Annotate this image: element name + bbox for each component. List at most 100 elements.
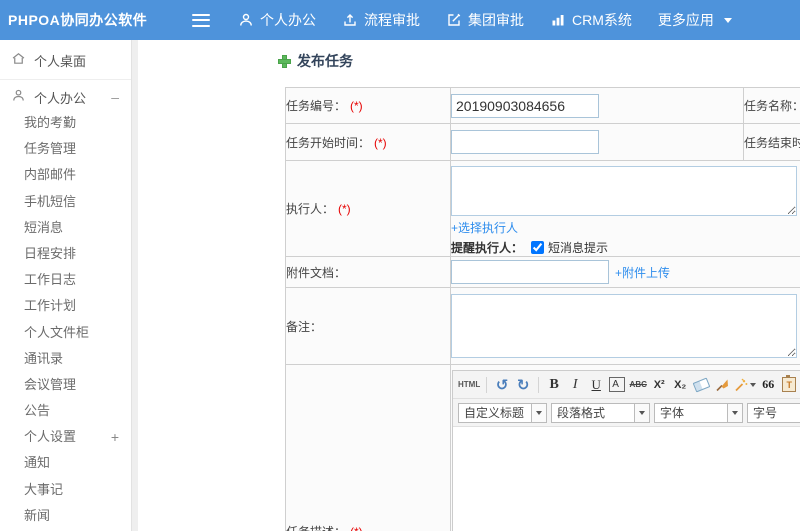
nav-crm-system[interactable]: CRM系统 — [550, 10, 632, 30]
main-panel: 发布任务 任务编号：(*) 任务名称：( — [138, 40, 800, 531]
sidebar-item-attendance[interactable]: 我的考勤 — [0, 110, 131, 136]
sidebar-group-personal-office[interactable]: 个人办公 – — [0, 84, 131, 110]
attachment-input[interactable] — [451, 260, 609, 284]
sidebar-item-label: 新闻 — [24, 507, 51, 523]
start-time-input[interactable] — [451, 130, 599, 154]
underline-button[interactable]: U — [587, 375, 605, 395]
nav-personal-office[interactable]: 个人办公 — [238, 10, 316, 30]
nav-workflow-approval[interactable]: 流程审批 — [342, 10, 420, 30]
app-window: PHPOA协同办公软件 个人办公 流程审批 集团审批 CRM系统 更多应用 个人… — [0, 0, 800, 531]
divider — [486, 376, 488, 393]
sidebar-item-memorabilia[interactable]: 大事记 — [0, 477, 131, 503]
sidebar: 个人桌面 个人办公 – 我的考勤 任务管理 内部邮件 手机短信 短消息 日程安排… — [0, 40, 132, 531]
paragraph-format-select[interactable]: 段落格式 — [551, 402, 650, 423]
sidebar-item-label: 公告 — [24, 403, 51, 419]
task-name-label: 任务名称：(*) — [743, 87, 800, 124]
sidebar-item-internal-mail[interactable]: 内部邮件 — [0, 162, 131, 188]
sidebar-item-notification[interactable]: 通知 — [0, 450, 131, 476]
paste-icon[interactable]: T — [780, 375, 798, 395]
format-brush-icon[interactable] — [713, 375, 731, 395]
editor-toolbar-row2: 自定义标题 段落格式 字体 字号 — [453, 399, 800, 427]
user-icon — [238, 12, 254, 28]
sidebar-item-mobile-sms[interactable]: 手机短信 — [0, 189, 131, 215]
remind-executor-label: 提醒执行人： — [451, 241, 524, 255]
chevron-down-icon — [723, 17, 732, 23]
sidebar-item-label: 日程安排 — [24, 245, 77, 261]
sidebar-item-work-plan[interactable]: 工作计划 — [0, 293, 131, 319]
flow-approval-icon — [342, 12, 358, 28]
sidebar-group-label: 个人办公 — [34, 90, 87, 106]
divider — [0, 79, 131, 80]
page-title: 发布任务 — [278, 50, 800, 72]
topbar: PHPOA协同办公软件 个人办公 流程审批 集团审批 CRM系统 更多应用 — [0, 0, 800, 40]
blockquote-button[interactable]: 66 — [759, 375, 777, 395]
subscript-button[interactable]: X₂ — [671, 375, 689, 395]
chevron-down-icon — [635, 402, 650, 423]
sidebar-item-short-message[interactable]: 短消息 — [0, 215, 131, 241]
chevron-down-icon — [728, 402, 743, 423]
sidebar-item-label: 工作日志 — [24, 272, 77, 288]
edit-icon — [446, 12, 462, 28]
redo-icon[interactable]: ↻ — [514, 375, 532, 395]
magic-wand-icon[interactable] — [734, 375, 757, 395]
italic-button[interactable]: I — [566, 375, 584, 395]
nav-label: 流程审批 — [364, 12, 420, 28]
editor-content-area[interactable] — [453, 427, 800, 531]
nav-group-approval[interactable]: 集团审批 — [446, 10, 524, 30]
nav-label: 集团审批 — [468, 12, 524, 28]
sidebar-item-file-cabinet[interactable]: 个人文件柜 — [0, 320, 131, 346]
sidebar-item-label: 短消息 — [24, 219, 64, 235]
expand-indicator[interactable]: + — [111, 424, 119, 450]
sidebar-item-contacts[interactable]: 通讯录 — [0, 346, 131, 372]
remark-textarea[interactable] — [451, 294, 797, 358]
font-size-select[interactable]: 字号 — [747, 402, 800, 423]
bold-button[interactable]: B — [545, 375, 563, 395]
sidebar-item-label: 个人设置 — [24, 429, 77, 445]
sidebar-item-desktop[interactable]: 个人桌面 — [0, 46, 131, 74]
sms-remind-checkbox[interactable] — [531, 241, 545, 254]
collapse-indicator[interactable]: – — [111, 89, 119, 105]
nav-more-apps[interactable]: 更多应用 — [658, 10, 732, 30]
description-label: 任务描述：(*) — [285, 364, 451, 531]
sidebar-item-personal-settings[interactable]: 个人设置 + — [0, 424, 131, 450]
sidebar-item-schedule[interactable]: 日程安排 — [0, 241, 131, 267]
required-marker: (*) — [350, 525, 363, 531]
required-marker: (*) — [350, 99, 363, 113]
undo-icon[interactable]: ↺ — [493, 375, 511, 395]
sidebar-item-label: 个人文件柜 — [24, 324, 90, 340]
attachment-upload-link[interactable]: +附件上传 — [615, 264, 670, 281]
font-style-box-button[interactable]: A — [609, 377, 626, 392]
publish-task-form: 任务编号：(*) 任务名称：(*) 任务 — [285, 87, 800, 531]
sidebar-item-work-log[interactable]: 工作日志 — [0, 267, 131, 293]
sidebar-item-meeting-management[interactable]: 会议管理 — [0, 372, 131, 398]
home-icon — [11, 51, 26, 69]
strikethrough-button[interactable]: ABC — [629, 375, 647, 395]
page-body: 个人桌面 个人办公 – 我的考勤 任务管理 内部邮件 手机短信 短消息 日程安排… — [0, 40, 800, 531]
sidebar-item-label: 工作计划 — [24, 298, 77, 314]
custom-title-select[interactable]: 自定义标题 — [458, 402, 547, 423]
sms-remind-label: 短消息提示 — [548, 241, 609, 255]
required-marker: (*) — [374, 135, 387, 150]
nav-label: 更多应用 — [657, 12, 714, 28]
divider — [538, 376, 540, 393]
sidebar-item-task-management[interactable]: 任务管理 — [0, 136, 131, 162]
chevron-down-icon — [532, 402, 547, 423]
html-source-button[interactable]: HTML — [458, 375, 480, 395]
sidebar-item-announcement[interactable]: 公告 — [0, 398, 131, 424]
task-no-input[interactable] — [451, 93, 599, 118]
nav-label: 个人办公 — [260, 12, 316, 28]
choose-executor-link[interactable]: +选择执行人 — [451, 221, 518, 235]
top-nav: 个人办公 流程审批 集团审批 CRM系统 更多应用 — [238, 10, 732, 30]
hamburger-menu-icon[interactable] — [192, 13, 210, 27]
sidebar-item-news[interactable]: 新闻 — [0, 503, 131, 529]
sidebar-item-label: 大事记 — [24, 481, 64, 497]
remark-label: 备注： — [285, 287, 451, 365]
executor-textarea[interactable] — [451, 166, 797, 216]
task-no-label: 任务编号： (*) — [285, 87, 451, 124]
sidebar-item-label: 内部邮件 — [24, 167, 77, 183]
eraser-icon[interactable] — [692, 375, 711, 395]
superscript-button[interactable]: X² — [650, 375, 668, 395]
end-time-label: 任务结束时间：(*) — [743, 123, 800, 161]
font-family-select[interactable]: 字体 — [654, 402, 743, 423]
rich-text-editor: HTML ↺ ↻ B I U A ABC X² X₂ 66 T 自定义标题 段落… — [452, 370, 800, 531]
